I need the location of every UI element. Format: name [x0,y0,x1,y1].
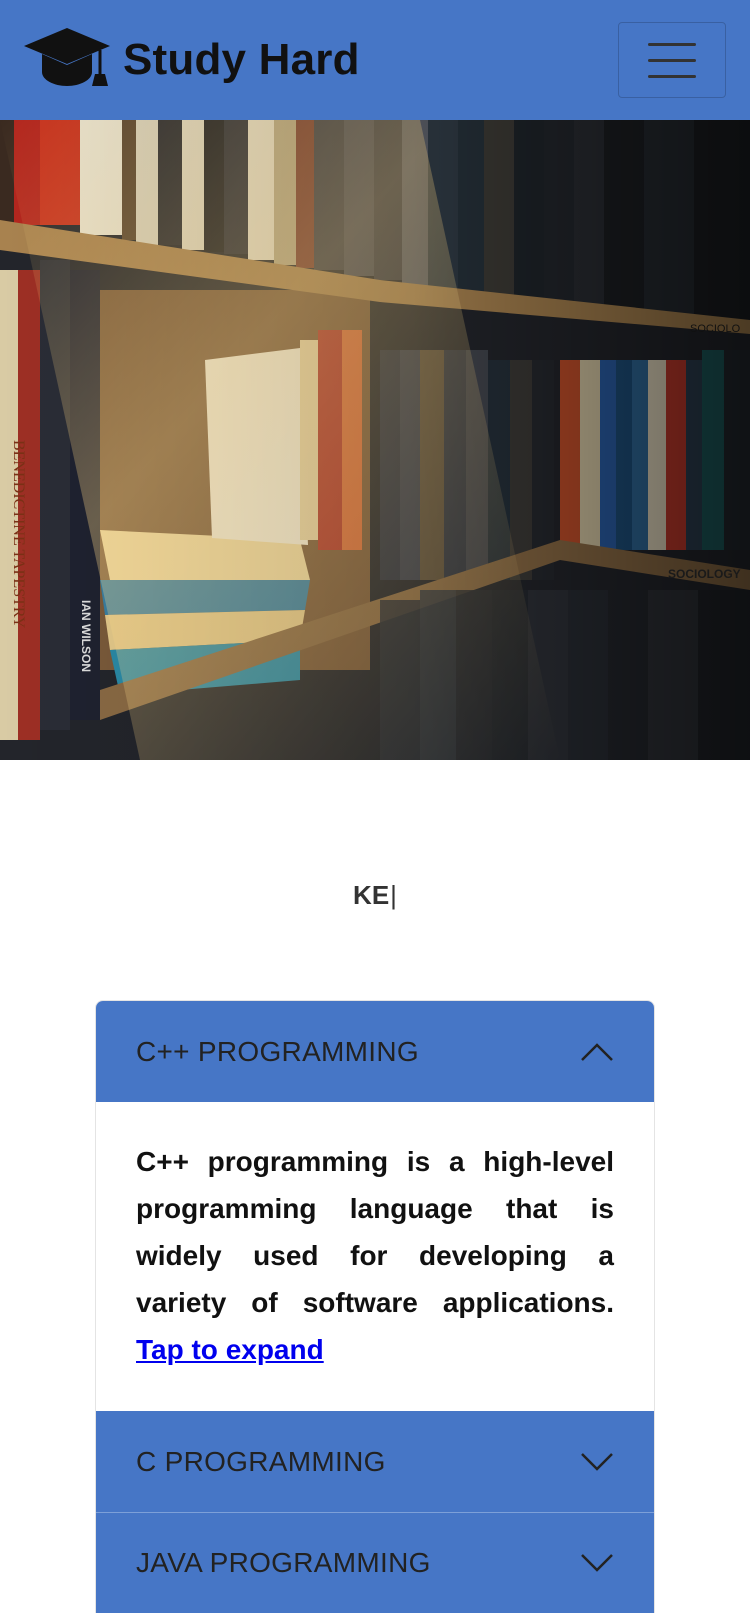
hamburger-menu-icon-bar [648,74,696,78]
accordion-title: JAVA PROGRAMMING [136,1547,431,1578]
accordion-header-cpp[interactable]: C++ PROGRAMMING [96,1001,654,1102]
hamburger-menu-icon [648,42,696,46]
brand-title[interactable]: Study Hard [123,34,360,86]
navbar: Study Hard [0,0,750,120]
chevron-down-icon[interactable] [580,1553,614,1573]
typed-text: KE| [0,880,750,911]
bookshelf-photo: BENEDICTINE TAPESTRY IAN WILSON SOCIOLOG… [0,120,750,760]
accordion-body-cpp: C++ programming is a high-level programm… [96,1102,654,1411]
tap-to-expand-link[interactable]: Tap to expand [136,1334,324,1365]
hamburger-menu-icon-bar [648,58,696,62]
accordion-header-c[interactable]: C PROGRAMMING [96,1411,654,1512]
graduation-cap-icon[interactable] [22,24,112,90]
menu-toggle-button[interactable] [618,22,726,98]
typing-cursor: | [390,880,397,910]
accordion-body-text: C++ programming is a high-level programm… [136,1138,614,1373]
hero-bookshelf-image: BENEDICTINE TAPESTRY IAN WILSON SOCIOLOG… [0,120,750,760]
typed-text-value: KE [353,880,390,910]
svg-text:SOCIOLOGY: SOCIOLOGY [668,567,741,581]
accordion-title: C PROGRAMMING [136,1445,386,1477]
svg-text:SOCIOLO: SOCIOLO [690,323,741,335]
chevron-down-icon[interactable] [580,1452,614,1472]
accordion-title: C++ PROGRAMMING [136,1035,419,1067]
programming-accordion: C++ PROGRAMMING C++ programming is a hig… [95,1000,655,1613]
accordion-header-java[interactable]: JAVA PROGRAMMING [96,1512,654,1613]
svg-text:IAN WILSON: IAN WILSON [79,600,93,672]
svg-text:BENEDICTINE TAPESTRY: BENEDICTINE TAPESTRY [10,440,27,629]
chevron-up-icon[interactable] [580,1042,614,1062]
accordion-description: C++ programming is a high-level programm… [136,1146,614,1318]
